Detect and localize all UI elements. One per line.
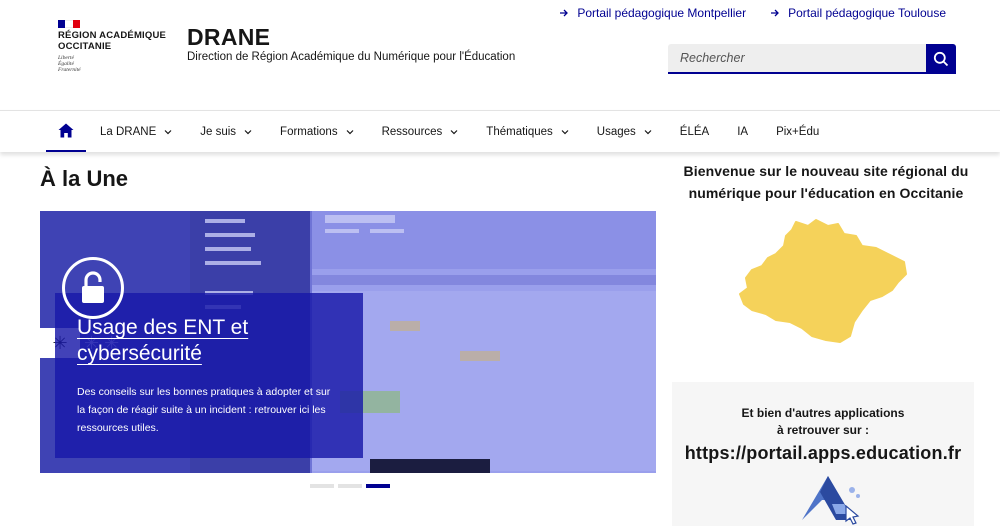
slide-title-line-1: Usage des ENT et — [77, 316, 249, 339]
nav-item-label: Je suis — [200, 125, 237, 138]
occitanie-map[interactable] — [738, 218, 910, 344]
quick-link-label: Portail pédagogique Toulouse — [788, 6, 946, 20]
chevron-down-icon — [164, 129, 172, 134]
chevron-down-icon — [561, 129, 569, 134]
search-button[interactable] — [926, 44, 956, 74]
nav-item-label: Formations — [280, 125, 338, 138]
nav-item-je-suis[interactable]: Je suis — [186, 111, 266, 152]
search-icon — [933, 51, 949, 67]
apps-portal-link[interactable]: https://portail.apps.education.fr — [672, 443, 974, 464]
nav-item-elea[interactable]: ÉLÉA — [666, 111, 723, 152]
quick-link-montpellier[interactable]: Portail pédagogique Montpellier — [559, 6, 746, 20]
nav-item-label: ÉLÉA — [679, 125, 710, 138]
search-bar — [668, 44, 956, 74]
nav-item-label: Ressources — [381, 125, 443, 138]
search-input[interactable] — [668, 44, 926, 74]
apps-education-logo-icon — [802, 476, 860, 525]
carousel-dot[interactable] — [310, 484, 334, 488]
nav-item-formations[interactable]: Formations — [266, 111, 368, 152]
quick-link-label: Portail pédagogique Montpellier — [577, 6, 747, 20]
welcome-heading: Bienvenue sur le nouveau site régional d… — [683, 163, 969, 201]
nav-item-label: La DRANE — [100, 125, 157, 138]
nav-item-label: IA — [737, 125, 749, 138]
lock-icon — [62, 257, 124, 319]
slide-title-line-2: cybersécurité — [77, 342, 202, 365]
chevron-down-icon — [346, 129, 354, 134]
carousel-pagination — [310, 484, 390, 488]
carousel-dot-active[interactable] — [366, 484, 390, 488]
motto-fraternite: Fraternité — [58, 67, 81, 74]
republic-motto: Liberté Égalité Fraternité — [58, 55, 81, 74]
slide-title-link[interactable]: Usage des ENT et cybersécurité — [77, 315, 248, 367]
chevron-down-icon — [450, 129, 458, 134]
chevron-down-icon — [644, 129, 652, 134]
nav-item-label: Usages — [596, 125, 636, 138]
chevron-down-icon — [244, 129, 252, 134]
site-subtitle: Direction de Région Académique du Numéri… — [187, 51, 516, 63]
home-icon — [58, 123, 74, 138]
logo-line-2: OCCITANIE — [58, 40, 112, 52]
arrow-right-icon — [771, 9, 780, 17]
site-title[interactable]: DRANE — [187, 24, 270, 51]
apps-line-1: Et bien d'autres applications — [741, 406, 905, 420]
nav-item-ia[interactable]: IA — [723, 111, 762, 152]
nav-item-pix-edu[interactable]: Pix+Édu — [762, 111, 833, 152]
featured-carousel[interactable]: ✳︎ ✳︎ ✳︎ Usage des ENT et cybersécurité … — [40, 211, 656, 473]
academy-logo[interactable]: RÉGION ACADÉMIQUE OCCITANIE — [58, 30, 167, 52]
marianne-flag-icon — [58, 20, 80, 28]
main-navigation: La DRANE Je suis Formations Ressources T… — [0, 110, 1000, 152]
carousel-dot[interactable] — [338, 484, 362, 488]
slide-description: Des conseils sur les bonnes pratiques à … — [77, 386, 331, 434]
nav-item-usages[interactable]: Usages — [583, 111, 666, 152]
nav-item-label: Thématiques — [486, 125, 553, 138]
nav-home[interactable] — [46, 111, 86, 152]
quick-link-toulouse[interactable]: Portail pédagogique Toulouse — [770, 6, 946, 20]
nav-item-label: Pix+Édu — [776, 125, 820, 138]
section-title: À la Une — [40, 166, 129, 191]
nav-item-ressources[interactable]: Ressources — [368, 111, 473, 152]
nav-item-la-drane[interactable]: La DRANE — [86, 111, 186, 152]
arrow-right-icon — [560, 9, 569, 17]
apps-promo-box: Et bien d'autres applications à retrouve… — [672, 382, 974, 526]
nav-item-thematiques[interactable]: Thématiques — [472, 111, 582, 152]
apps-line-2: à retrouver sur : — [776, 423, 870, 437]
quick-links: Portail pédagogique Montpellier Portail … — [559, 6, 946, 20]
site-header: RÉGION ACADÉMIQUE OCCITANIE Liberté Égal… — [0, 0, 1000, 110]
logo-line-1: RÉGION ACADÉMIQUE — [58, 30, 167, 41]
